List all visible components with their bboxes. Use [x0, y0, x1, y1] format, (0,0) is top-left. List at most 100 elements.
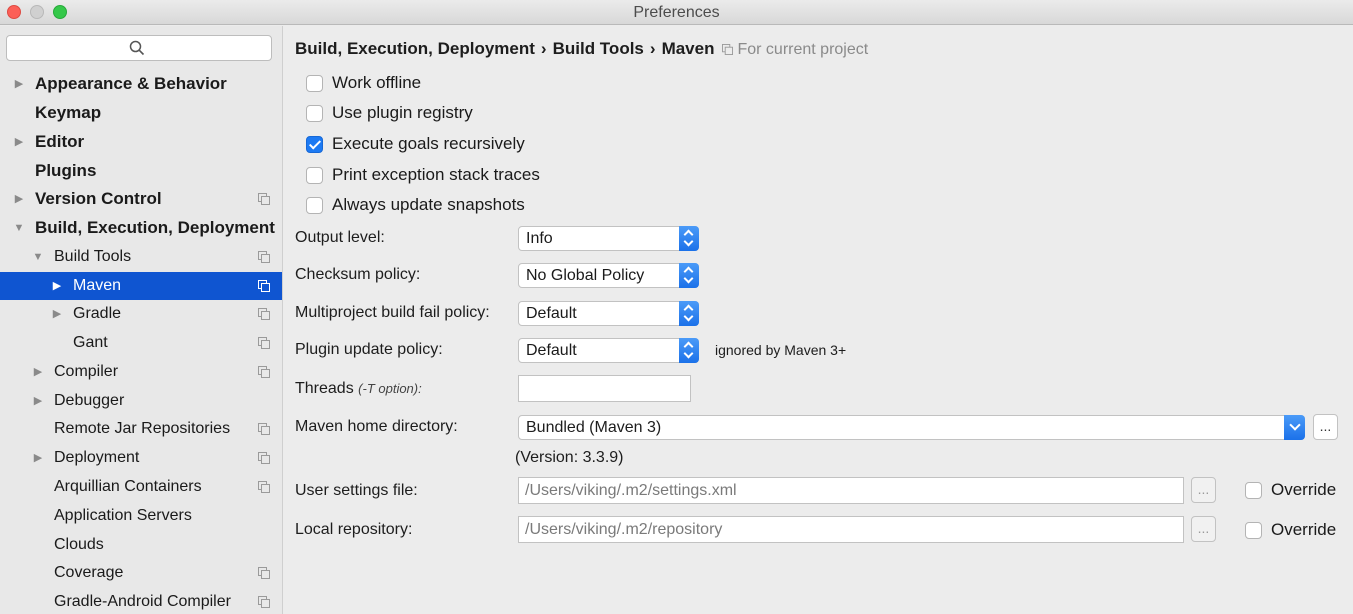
plugin-update-policy-select[interactable]: Default: [518, 338, 699, 363]
user-settings-browse-button[interactable]: ...: [1191, 477, 1216, 503]
up-down-arrows-icon: [679, 338, 699, 363]
settings-sidebar: ▶ Appearance & Behavior Keymap ▶ Editor Plugi…: [0, 26, 283, 614]
threads-input[interactable]: [518, 375, 691, 402]
sidebar-item-label: Compiler: [54, 363, 119, 380]
local-repository-browse-button[interactable]: ...: [1191, 516, 1216, 542]
expand-right-icon[interactable]: ▶: [32, 444, 44, 472]
sidebar-item-label: Editor: [35, 132, 85, 151]
sidebar-item-compiler[interactable]: ▶ Compiler: [0, 358, 282, 386]
scope-note: For current project: [722, 41, 868, 58]
local-repository-input[interactable]: /Users/viking/.m2/repository: [518, 516, 1184, 543]
checksum-policy-select[interactable]: No Global Policy: [518, 263, 699, 288]
use-plugin-registry-checkbox[interactable]: [306, 105, 323, 122]
sidebar-item-label: Clouds: [54, 536, 104, 553]
sidebar-item-label: Build, Execution, Deployment: [35, 218, 275, 237]
sidebar-item-gradle-android-compiler[interactable]: Gradle-Android Compiler: [0, 588, 282, 614]
expand-right-icon[interactable]: ▶: [13, 128, 25, 156]
expand-down-icon[interactable]: ▼: [32, 243, 44, 271]
sidebar-item-clouds[interactable]: Clouds: [0, 531, 282, 559]
threads-hint: (-T option):: [358, 381, 422, 396]
project-scope-icon: [258, 308, 270, 320]
sidebar-item-label: Coverage: [54, 564, 124, 581]
sidebar-item-label: Application Servers: [54, 507, 192, 524]
use-plugin-registry-label: Use plugin registry: [332, 103, 473, 122]
sidebar-item-label: Maven: [73, 277, 122, 294]
breadcrumb: Build, Execution, Deployment › Build Tools…: [295, 39, 868, 59]
checksum-policy-value: No Global Policy: [526, 267, 645, 284]
breadcrumb-item: Build, Execution, Deployment: [295, 39, 535, 58]
maven-home-browse-button[interactable]: ...: [1313, 414, 1338, 440]
expand-right-icon[interactable]: ▶: [51, 272, 63, 300]
user-settings-override-checkbox[interactable]: [1245, 482, 1262, 499]
sidebar-item-label: Deployment: [54, 449, 140, 466]
maven-home-label: Maven home directory:: [295, 418, 458, 435]
execute-goals-recursively-checkbox[interactable]: [306, 136, 323, 153]
user-settings-input[interactable]: /Users/viking/.m2/settings.xml: [518, 477, 1184, 504]
maven-settings-panel: Build, Execution, Deployment › Build Tools…: [284, 26, 1353, 614]
project-scope-icon: [258, 423, 270, 435]
breadcrumb-separator: ›: [540, 39, 547, 58]
sidebar-item-editor[interactable]: ▶ Editor: [0, 128, 282, 156]
up-down-arrows-icon: [679, 301, 699, 326]
sidebar-item-keymap[interactable]: Keymap: [0, 99, 282, 127]
always-update-snapshots-checkbox[interactable]: [306, 197, 323, 214]
sidebar-item-deployment[interactable]: ▶ Deployment: [0, 444, 282, 472]
sidebar-item-appearance-behavior[interactable]: ▶ Appearance & Behavior: [0, 70, 282, 98]
work-offline-checkbox[interactable]: [306, 75, 323, 92]
sidebar-item-label: Remote Jar Repositories: [54, 420, 231, 437]
sidebar-item-label: Gradle: [73, 305, 122, 322]
project-scope-icon: [258, 452, 270, 464]
sidebar-item-label: Plugins: [35, 161, 97, 180]
execute-goals-recursively-label: Execute goals recursively: [332, 134, 525, 153]
project-scope-icon: [258, 366, 270, 378]
output-level-select[interactable]: Info: [518, 226, 699, 251]
sidebar-item-arquillian-containers[interactable]: Arquillian Containers: [0, 473, 282, 501]
title-bar: Preferences: [0, 0, 1353, 25]
expand-right-icon[interactable]: ▶: [51, 300, 63, 328]
project-scope-icon: [258, 193, 270, 205]
sidebar-item-label: Gradle-Android Compiler: [54, 593, 231, 610]
project-scope-icon: [258, 337, 270, 349]
sidebar-item-maven[interactable]: ▶ Maven: [0, 272, 282, 300]
sidebar-item-application-servers[interactable]: Application Servers: [0, 502, 282, 530]
threads-label-text: Threads: [295, 380, 354, 397]
expand-down-icon[interactable]: ▼: [13, 214, 25, 242]
sidebar-item-gradle[interactable]: ▶ Gradle: [0, 300, 282, 328]
sidebar-item-label: Debugger: [54, 392, 125, 409]
local-repository-override-checkbox[interactable]: [1245, 522, 1262, 539]
maven-home-select[interactable]: Bundled (Maven 3): [518, 415, 1305, 440]
up-down-arrows-icon: [679, 263, 699, 288]
always-update-snapshots-label: Always update snapshots: [332, 195, 525, 214]
settings-search-input[interactable]: [6, 35, 272, 61]
sidebar-item-remote-jar-repositories[interactable]: Remote Jar Repositories: [0, 415, 282, 443]
sidebar-item-gant[interactable]: Gant: [0, 329, 282, 357]
sidebar-item-coverage[interactable]: Coverage: [0, 559, 282, 587]
print-exception-stack-traces-label: Print exception stack traces: [332, 165, 540, 184]
expand-right-icon[interactable]: ▶: [32, 387, 44, 415]
breadcrumb-item: Maven: [661, 39, 715, 58]
sidebar-item-debugger[interactable]: ▶ Debugger: [0, 387, 282, 415]
local-repository-label: Local repository:: [295, 521, 413, 538]
sidebar-item-label: Appearance & Behavior: [35, 74, 227, 93]
project-scope-icon: [258, 481, 270, 493]
breadcrumb-item: Build Tools: [552, 39, 644, 58]
sidebar-item-build-execution-deployment[interactable]: ▼ Build, Execution, Deployment: [0, 214, 282, 242]
plugin-update-policy-label: Plugin update policy:: [295, 341, 443, 358]
window-title: Preferences: [633, 4, 720, 21]
sidebar-item-plugins[interactable]: Plugins: [0, 157, 282, 185]
search-icon: [129, 40, 145, 56]
project-scope-icon: [722, 44, 734, 55]
chevron-down-icon: [1284, 415, 1305, 440]
scope-note-text: For current project: [737, 41, 869, 58]
sidebar-item-version-control[interactable]: ▶ Version Control: [0, 185, 282, 213]
multiproject-fail-policy-select[interactable]: Default: [518, 301, 699, 326]
sidebar-item-build-tools[interactable]: ▼ Build Tools: [0, 243, 282, 271]
expand-right-icon[interactable]: ▶: [13, 70, 25, 98]
multiproject-fail-policy-value: Default: [526, 305, 577, 322]
print-exception-stack-traces-checkbox[interactable]: [306, 167, 323, 184]
checksum-policy-label: Checksum policy:: [295, 266, 421, 283]
plugin-update-policy-note: ignored by Maven 3+: [715, 342, 847, 358]
project-scope-icon: [258, 567, 270, 579]
expand-right-icon[interactable]: ▶: [13, 185, 25, 213]
expand-right-icon[interactable]: ▶: [32, 358, 44, 386]
